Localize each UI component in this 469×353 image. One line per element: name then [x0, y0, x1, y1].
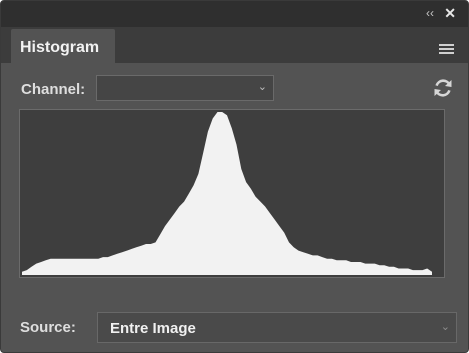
tab-histogram[interactable]: Histogram: [11, 29, 115, 63]
panel-title-bar: ‹‹ ✕: [1, 1, 468, 27]
histogram-curve: [22, 112, 432, 275]
panel-menu-icon[interactable]: [439, 44, 454, 56]
histogram-display: [19, 109, 445, 278]
panel-tab-bar: Histogram: [1, 27, 468, 63]
chevron-down-icon: ⌄: [257, 81, 267, 93]
chevron-down-icon: ⌄: [440, 321, 450, 333]
channel-label: Channel:: [21, 81, 86, 98]
source-dropdown[interactable]: Entre Image ⌄: [97, 312, 457, 343]
close-icon[interactable]: ✕: [444, 5, 456, 21]
tab-histogram-label: Histogram: [20, 39, 100, 56]
channel-dropdown[interactable]: ⌄: [96, 75, 274, 101]
collapse-panel-icon[interactable]: ‹‹: [426, 6, 434, 20]
source-label: Source:: [20, 319, 76, 336]
refresh-icon[interactable]: [432, 77, 454, 99]
histogram-panel: ‹‹ ✕ Histogram Channel: ⌄ Source: Entre …: [0, 0, 469, 353]
histogram-chart: [22, 112, 432, 275]
source-dropdown-value: Entre Image: [110, 320, 196, 337]
